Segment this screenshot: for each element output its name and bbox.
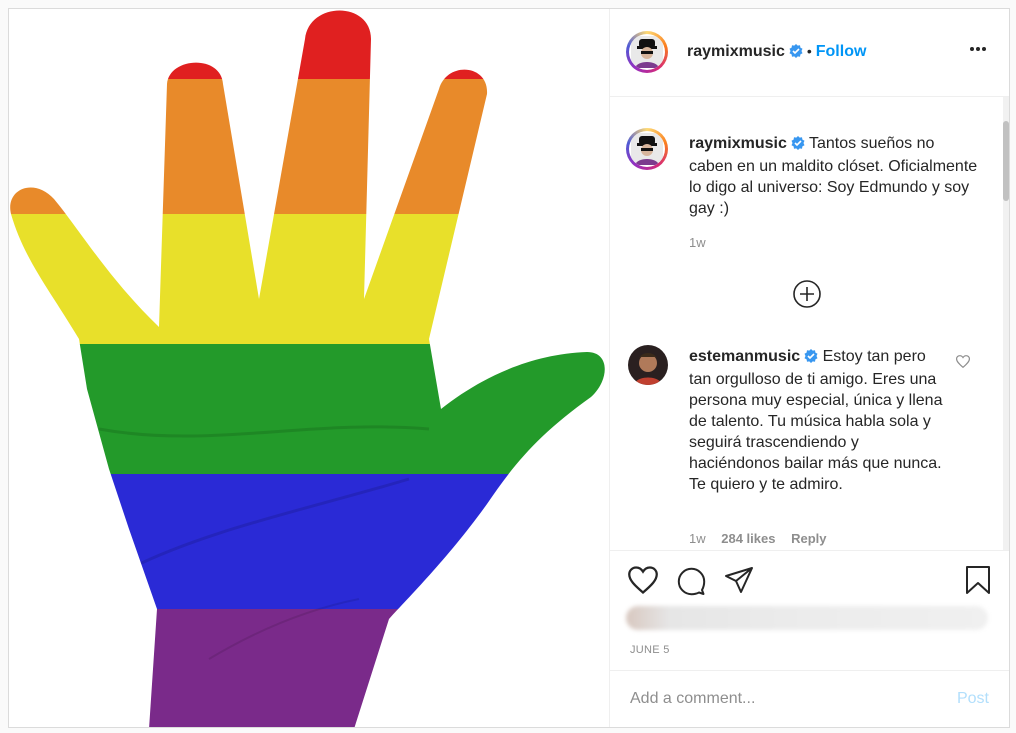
plus-circle-icon[interactable]	[792, 279, 822, 314]
comment-meta: 1w 284 likes Reply	[689, 531, 827, 546]
comments-list: raymixmusic Tantos sueños no caben en un…	[610, 97, 1009, 550]
verified-badge-icon	[791, 135, 805, 156]
comment-like-heart-icon[interactable]	[955, 355, 971, 373]
paper-plane-icon[interactable]	[724, 566, 754, 599]
avatar-image	[631, 133, 663, 165]
comment-text: Estoy tan pero tan orgulloso de ti amigo…	[689, 348, 943, 493]
comment-bubble-icon[interactable]	[676, 566, 706, 601]
bookmark-icon[interactable]	[965, 565, 991, 600]
post-header: raymixmusic • Follow	[610, 9, 1009, 97]
caption-avatar[interactable]	[626, 128, 668, 170]
caption: raymixmusic Tantos sueños no caben en un…	[689, 133, 979, 219]
post-image[interactable]	[9, 9, 609, 727]
comment-username[interactable]: estemanmusic	[689, 348, 800, 365]
scrollbar-thumb[interactable]	[1003, 121, 1009, 201]
more-options-icon[interactable]	[969, 39, 987, 57]
heart-icon[interactable]	[628, 566, 658, 599]
header-separator: •	[806, 43, 812, 59]
post-date[interactable]: JUNE 5	[630, 644, 670, 656]
post-actions: JUNE 5	[610, 550, 1009, 670]
avatar-image	[628, 345, 668, 385]
post-card: raymixmusic • Follow raymixmusic Tantos …	[8, 8, 1010, 728]
caption-time[interactable]: 1w	[689, 235, 706, 250]
likes-summary-blurred	[626, 606, 988, 630]
author-username[interactable]: raymixmusic	[687, 43, 785, 60]
verified-badge-icon	[804, 348, 818, 369]
rainbow-hand-illustration	[10, 10, 605, 727]
add-comment-input[interactable]: Add a comment...	[630, 690, 755, 708]
commenter-avatar[interactable]	[628, 345, 668, 385]
author-avatar[interactable]	[626, 31, 668, 73]
post-side-panel: raymixmusic • Follow raymixmusic Tantos …	[609, 9, 1009, 727]
add-comment-bar: Add a comment... Post	[610, 670, 1009, 727]
follow-button[interactable]: Follow	[816, 43, 867, 60]
avatar-image	[631, 36, 663, 68]
caption-username[interactable]: raymixmusic	[689, 135, 787, 152]
comments-scrollbar[interactable]	[1003, 97, 1009, 550]
post-comment-button[interactable]: Post	[957, 690, 989, 708]
comment-likes[interactable]: 284 likes	[721, 531, 775, 546]
reply-button[interactable]: Reply	[791, 531, 826, 546]
comment: estemanmusic Estoy tan pero tan orgullos…	[689, 346, 947, 495]
comment-time[interactable]: 1w	[689, 531, 706, 546]
verified-badge-icon	[789, 44, 803, 63]
